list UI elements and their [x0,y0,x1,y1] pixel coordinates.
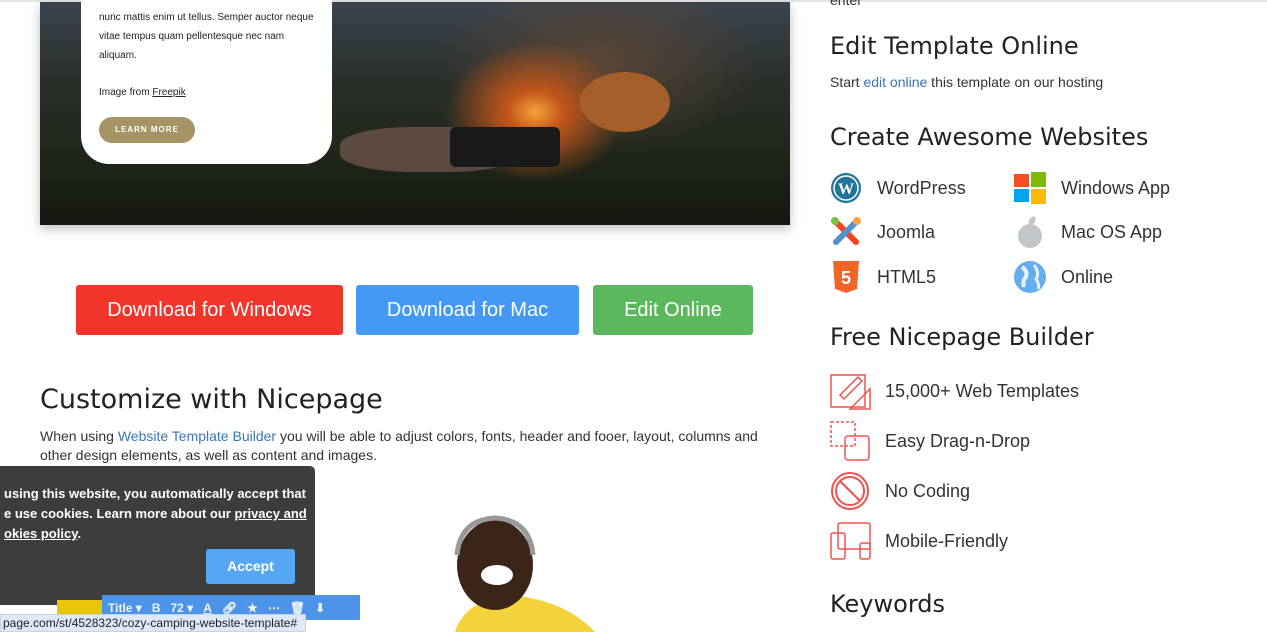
platform-macos[interactable]: Mac OS App [1014,216,1162,248]
download-mac-button[interactable]: Download for Mac [356,285,579,335]
apple-icon [1014,216,1046,248]
feature-templates: 15,000+ Web Templates [830,371,1079,411]
edit-online-link[interactable]: edit online [863,74,927,90]
accept-cookies-button[interactable]: Accept [206,549,295,584]
html5-icon: 5 [830,261,862,293]
person-with-headphones-image [454,515,595,632]
windows-icon [1014,172,1046,204]
download-windows-button[interactable]: Download for Windows [76,285,343,335]
card-text: nunc mattis enim ut tellus. Semper aucto… [99,12,314,61]
website-builder-link[interactable]: Website Template Builder [118,428,276,444]
yellow-block [57,600,103,614]
cookie-banner: using this website, you automatically ac… [0,466,315,605]
link-icon[interactable]: 🔗︎ [222,601,237,615]
feature-mobile: Mobile-Friendly [830,521,1008,561]
text-color-button[interactable]: A [203,601,212,615]
drag-drop-icon [830,421,870,461]
platform-joomla[interactable]: Joomla [830,216,935,248]
feature-drag-drop: Easy Drag-n-Drop [830,421,1030,461]
svg-text:W: W [838,181,854,198]
edit-online-button[interactable]: Edit Online [593,285,753,335]
hero-card: nunc mattis enim ut tellus. Semper aucto… [81,0,332,164]
image-credit: Image from [99,87,153,98]
create-websites-title: Create Awesome Websites [830,123,1149,151]
trash-icon[interactable]: 🗑︎ [290,601,305,615]
bold-button[interactable]: B [152,601,161,615]
edit-template-title: Edit Template Online [830,32,1079,60]
feature-no-coding: No Coding [830,471,970,511]
wordpress-icon: W [830,172,862,204]
platform-windows[interactable]: Windows App [1014,172,1170,204]
top-fragment: enter [830,0,862,8]
platform-html5[interactable]: 5 HTML5 [830,261,936,293]
svg-text:5: 5 [841,268,851,288]
globe-icon [1014,261,1046,293]
style-dropdown[interactable]: Title ▾ [108,601,142,615]
no-coding-icon [831,472,869,510]
platform-wordpress[interactable]: W WordPress [830,172,966,204]
learn-more-button[interactable]: LEARN MORE [99,117,195,143]
arrow-down-icon[interactable]: ⬇ [315,601,325,615]
joomla-icon [830,216,862,248]
keywords-title: Keywords [830,590,946,618]
customize-text: When using Website Template Builder you … [40,428,758,463]
star-icon[interactable]: ★ [247,601,258,615]
template-design-icon [830,374,871,410]
devices-icon [830,522,871,560]
font-size-dropdown[interactable]: 72 ▾ [170,601,193,615]
edit-template-text: Start edit online this template on our h… [830,74,1104,90]
freepik-link[interactable]: Freepik [152,87,185,98]
free-builder-title: Free Nicepage Builder [830,323,1094,351]
customize-title: Customize with Nicepage [40,384,383,415]
more-icon[interactable]: ⋯ [268,601,280,615]
platform-online[interactable]: Online [1014,261,1113,293]
status-bar-url: page.com/st/4528323/cozy-camping-website… [0,614,306,632]
